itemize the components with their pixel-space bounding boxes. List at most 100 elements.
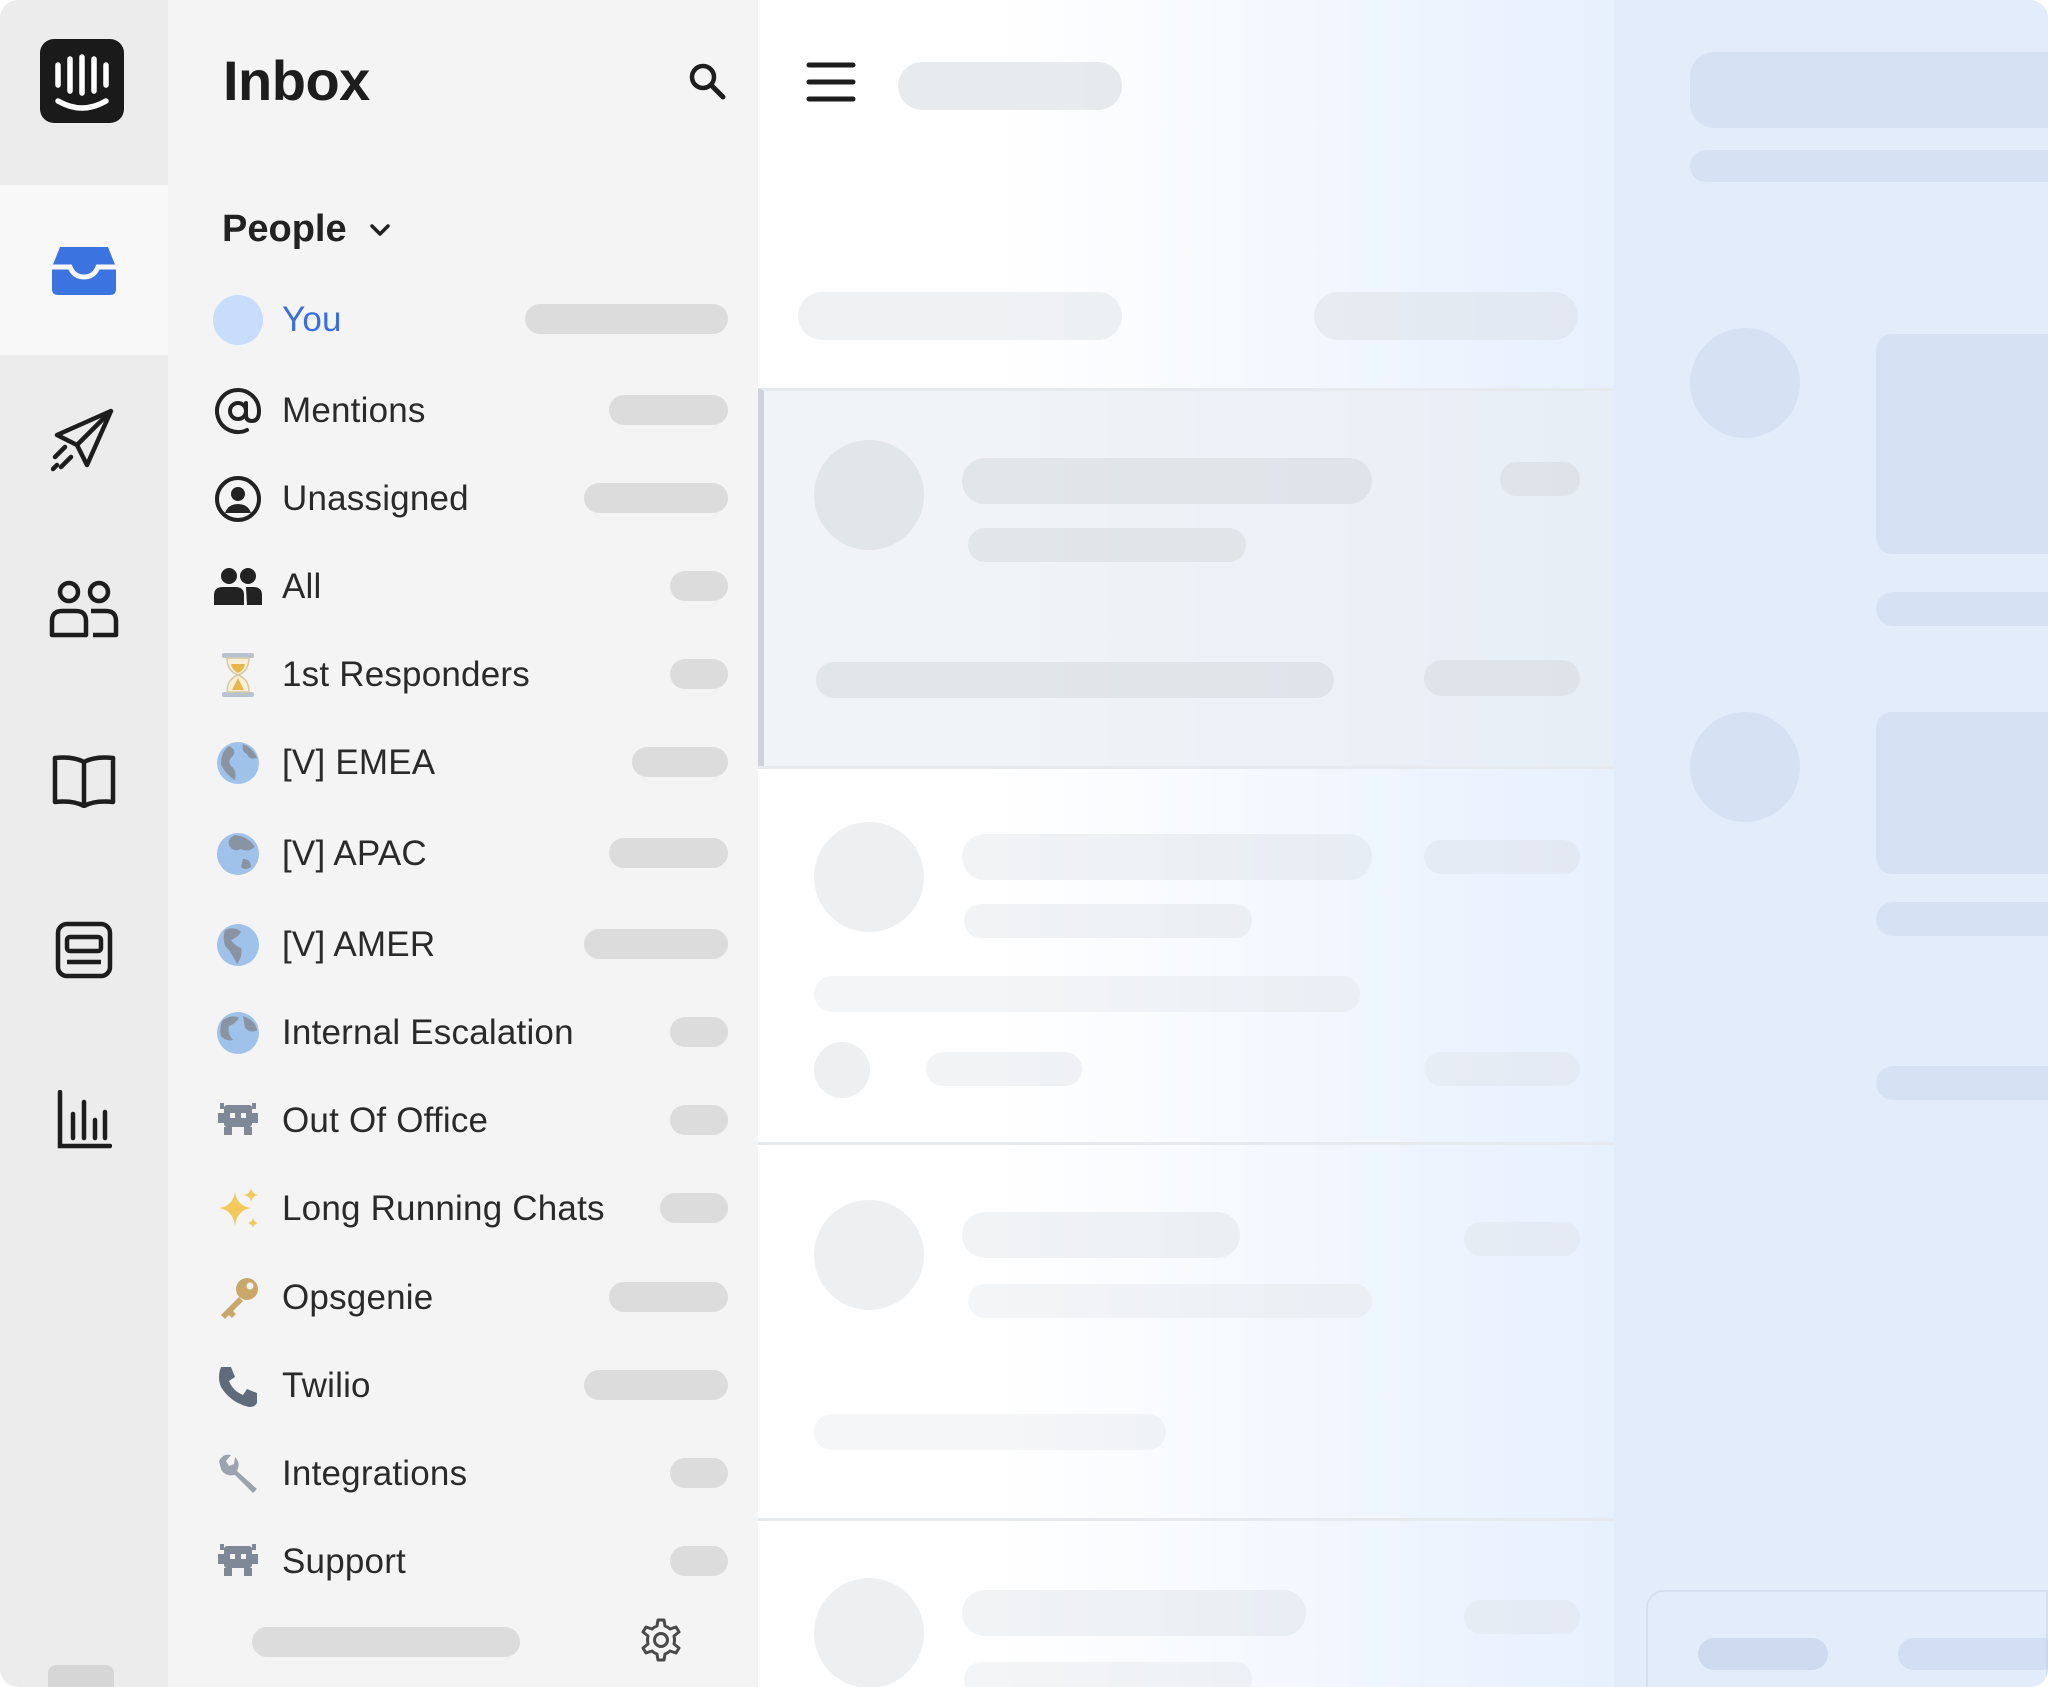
people-section-toggle[interactable]: People (222, 208, 391, 251)
count-placeholder (609, 838, 728, 868)
chevron-down-icon (369, 223, 390, 236)
inbox-icon (52, 247, 116, 295)
globe-icon (208, 915, 268, 975)
inbox-item-unassigned[interactable]: Unassigned (208, 460, 728, 538)
name-placeholder (962, 1590, 1306, 1636)
card-placeholder (1876, 334, 2048, 554)
inbox-item-label: Out Of Office (282, 1101, 489, 1140)
phone-icon (208, 1356, 268, 1416)
inbox-item-internal-escalation[interactable]: Internal Escalation (208, 994, 728, 1072)
count-placeholder (632, 747, 728, 777)
details-pane (1614, 0, 2048, 1687)
meta-placeholder (1424, 1052, 1580, 1086)
count-placeholder (670, 1017, 728, 1047)
app-window: Inbox People You Mentions Unassigned All… (0, 0, 2048, 1687)
rail-knowledge[interactable] (0, 695, 168, 865)
section-label: People (222, 208, 347, 250)
rail-contacts[interactable] (0, 525, 168, 695)
count-placeholder (584, 1370, 728, 1400)
count-placeholder (584, 929, 728, 959)
name-placeholder (962, 458, 1372, 504)
time-placeholder (1464, 1600, 1580, 1634)
inbox-item-all[interactable]: All (208, 548, 728, 626)
inbox-item-label: Unassigned (282, 479, 469, 518)
subtitle-placeholder (964, 1662, 1252, 1687)
count-placeholder (660, 1193, 728, 1223)
button-placeholder[interactable] (1698, 1638, 1828, 1670)
inbox-item-mentions[interactable]: Mentions (208, 372, 728, 450)
inbox-item-label: Internal Escalation (282, 1013, 574, 1052)
paper-plane-icon (51, 408, 114, 472)
avatar-placeholder (1690, 328, 1800, 438)
line-placeholder (1876, 902, 2048, 936)
inbox-item-long-running-chats[interactable]: Long Running Chats (208, 1170, 728, 1248)
inbox-item-label: Twilio (282, 1366, 371, 1405)
avatar-placeholder (814, 1578, 924, 1687)
group-icon (208, 557, 268, 617)
count-placeholder (525, 304, 728, 334)
time-placeholder (1500, 462, 1580, 496)
bar-chart-icon (57, 1090, 112, 1149)
avatar-placeholder (814, 822, 924, 932)
avatar-placeholder (814, 1200, 924, 1310)
sparkles-icon (208, 1179, 268, 1239)
inbox-item-label: Support (282, 1542, 406, 1581)
time-placeholder (1464, 1222, 1580, 1256)
footer-placeholder (252, 1627, 520, 1657)
rail-reports-docs[interactable] (0, 865, 168, 1035)
inbox-item-opsgenie[interactable]: Opsgenie (208, 1259, 728, 1337)
subtitle-placeholder (968, 1284, 1372, 1318)
inbox-item-label: [V] APAC (282, 834, 427, 873)
avatar-placeholder (814, 1042, 870, 1098)
inbox-item-label: 1st Responders (282, 655, 530, 694)
globe-icon (208, 733, 268, 793)
composer-placeholder (1646, 1590, 2048, 1687)
meta-placeholder (1424, 660, 1580, 696)
page-title: Inbox (223, 49, 370, 112)
alien-icon (208, 1532, 268, 1592)
time-placeholder (1424, 840, 1580, 874)
filter-placeholder[interactable] (798, 292, 1122, 340)
inbox-item-v-amer[interactable]: [V] AMER (208, 906, 728, 984)
conversation-list (758, 0, 1614, 1687)
conversation-row[interactable] (758, 766, 1614, 1144)
menu-icon[interactable] (806, 60, 856, 109)
inbox-item-v-emea[interactable]: [V] EMEA (208, 724, 728, 802)
preview-placeholder (814, 976, 1360, 1012)
inbox-item-integrations[interactable]: Integrations (208, 1435, 728, 1513)
gear-icon[interactable] (638, 1617, 684, 1668)
globe-icon (208, 1003, 268, 1063)
intercom-logo-icon[interactable] (40, 39, 124, 123)
line-placeholder (1876, 1066, 2048, 1100)
inbox-item-v-apac[interactable]: [V] APAC (208, 815, 728, 893)
count-placeholder (609, 1282, 728, 1312)
inbox-item-1st-responders[interactable]: 1st Responders (208, 636, 728, 714)
count-placeholder (670, 1546, 728, 1576)
user-circle-icon (208, 469, 268, 529)
rail-reports[interactable] (0, 1035, 168, 1205)
profile-chip[interactable] (48, 1665, 114, 1687)
avatar-placeholder (814, 440, 924, 550)
conversation-row[interactable] (758, 1142, 1614, 1520)
inbox-item-support[interactable]: Support (208, 1523, 728, 1601)
button-placeholder[interactable] (1898, 1638, 2048, 1670)
rail-outbound[interactable] (0, 355, 168, 525)
inbox-panel: Inbox People You Mentions Unassigned All… (168, 0, 758, 1687)
inbox-item-label: Opsgenie (282, 1278, 434, 1317)
hourglass-icon (208, 645, 268, 705)
key-icon (208, 1268, 268, 1328)
search-icon[interactable] (688, 62, 728, 107)
inbox-item-label: [V] AMER (282, 925, 436, 964)
inbox-item-label: All (282, 567, 322, 606)
inbox-item-you[interactable]: You (208, 281, 728, 359)
count-placeholder (670, 659, 728, 689)
rail-inbox[interactable] (0, 185, 168, 355)
people-icon (49, 580, 119, 638)
count-placeholder (584, 483, 728, 513)
header-placeholder (1690, 52, 2048, 128)
inbox-item-out-of-office[interactable]: Out Of Office (208, 1082, 728, 1160)
inbox-item-twilio[interactable]: Twilio (208, 1347, 728, 1425)
inbox-item-label: [V] EMEA (282, 743, 436, 782)
preview-placeholder (814, 1414, 1166, 1450)
sort-placeholder[interactable] (1314, 292, 1578, 340)
